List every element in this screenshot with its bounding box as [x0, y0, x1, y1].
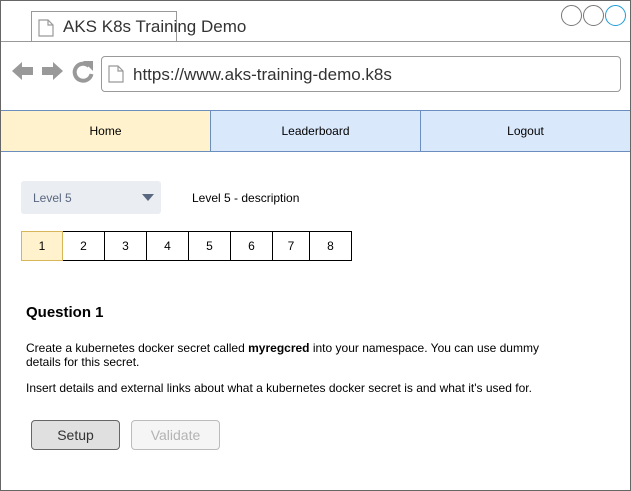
address-bar[interactable]: https://www.aks-training-demo.k8s [101, 56, 621, 92]
navigation-controls [11, 59, 96, 90]
reload-icon[interactable] [72, 61, 94, 83]
document-icon [38, 19, 54, 37]
menu-home[interactable]: Home [1, 111, 210, 151]
maximize-button[interactable] [583, 5, 604, 26]
secret-name: myregcred [248, 341, 310, 355]
page-6[interactable]: 6 [230, 231, 273, 261]
page-4[interactable]: 4 [146, 231, 189, 261]
browser-window: AKS K8s Training Demo https://www.aks-tr… [0, 0, 631, 491]
browser-tab[interactable]: AKS K8s Training Demo [31, 11, 246, 42]
page-2[interactable]: 2 [62, 231, 105, 261]
minimize-button[interactable] [561, 5, 582, 26]
question-details: Insert details and external links about … [26, 381, 532, 395]
question-pager: 1 2 3 4 5 6 7 8 [21, 231, 352, 261]
menu-logout[interactable]: Logout [420, 111, 630, 151]
forward-arrow-icon[interactable] [42, 62, 63, 80]
question-instructions: Create a kubernetes docker secret called… [26, 341, 556, 369]
back-arrow-icon[interactable] [12, 62, 33, 80]
main-menu: Home Leaderboard Logout [1, 110, 630, 152]
level-select[interactable]: Level 5 [21, 181, 161, 214]
setup-button[interactable]: Setup [31, 420, 120, 450]
page-8[interactable]: 8 [309, 231, 352, 261]
page-3[interactable]: 3 [104, 231, 147, 261]
question-title: Question 1 [26, 304, 104, 321]
page-5[interactable]: 5 [188, 231, 231, 261]
page-7[interactable]: 7 [272, 231, 310, 261]
tab-title: AKS K8s Training Demo [63, 17, 247, 36]
validate-button[interactable]: Validate [131, 420, 220, 450]
menu-leaderboard[interactable]: Leaderboard [210, 111, 420, 151]
document-icon [108, 65, 124, 83]
level-select-value: Level 5 [33, 191, 72, 205]
window-controls [560, 5, 626, 26]
tab-bar-divider [1, 41, 630, 42]
question-text: Create a kubernetes docker secret called [26, 341, 249, 355]
close-button[interactable] [605, 5, 626, 26]
url-text: https://www.aks-training-demo.k8s [133, 65, 392, 84]
chevron-down-icon [142, 194, 154, 201]
question-body: Create a kubernetes docker secret called… [26, 341, 556, 407]
level-description: Level 5 - description [192, 191, 300, 205]
page-1[interactable]: 1 [21, 231, 63, 261]
